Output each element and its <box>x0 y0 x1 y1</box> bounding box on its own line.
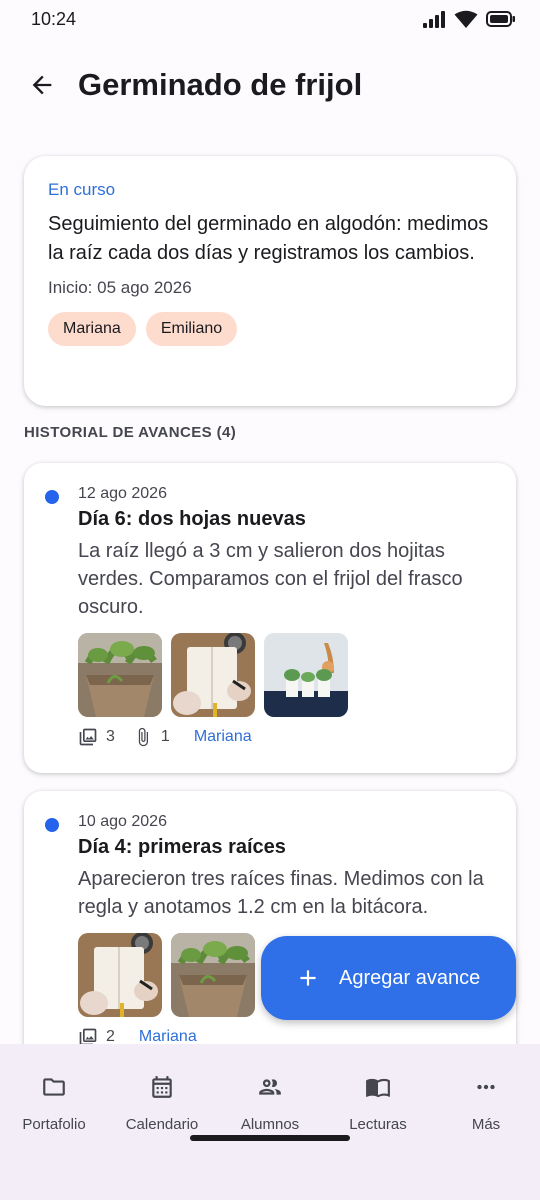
student-chips: Mariana Emiliano <box>48 312 492 346</box>
nav-label: Más <box>471 1116 501 1133</box>
timeline-dot <box>45 818 59 832</box>
nav-item-lecturas[interactable]: Lecturas <box>324 1044 432 1164</box>
timeline-dot <box>45 490 59 504</box>
photo-thumbnail-seedlings[interactable] <box>171 933 255 1017</box>
people-icon <box>256 1074 284 1100</box>
nav-label: Calendario <box>125 1116 199 1133</box>
history-section-title: HISTORIAL DE AVANCES (4) <box>24 424 237 441</box>
nav-label: Lecturas <box>349 1116 407 1133</box>
attachment-count: 1 <box>160 728 170 745</box>
folder-icon <box>40 1074 68 1100</box>
status-bar: 10:24 <box>0 0 540 38</box>
student-chip[interactable]: Mariana <box>48 312 136 346</box>
entry-meta: 3 1 Mariana <box>78 727 496 747</box>
book-icon <box>364 1074 392 1100</box>
nav-label: Alumnos <box>240 1116 300 1133</box>
nav-item-calendario[interactable]: Calendario <box>108 1044 216 1164</box>
project-summary-card: En curso Seguimiento del germinado en al… <box>24 156 516 406</box>
back-button[interactable] <box>14 57 70 113</box>
calendar-icon <box>148 1074 176 1100</box>
attachment-icon <box>138 727 148 747</box>
entry-text: Aparecieron tres raíces finas. Medimos c… <box>78 868 484 918</box>
progress-entry-card[interactable]: 12 ago 2026 Día 6: dos hojas nuevas La r… <box>24 463 516 773</box>
photo-thumbnail-seedlings[interactable] <box>78 633 162 717</box>
app-bar: Germinado de frijol <box>0 50 540 120</box>
nav-item-alumnos[interactable]: Alumnos <box>216 1044 324 1164</box>
status-label: En curso <box>48 180 116 199</box>
nav-item-portafolio[interactable]: Portafolio <box>0 1044 108 1164</box>
add-progress-button[interactable]: Agregar avance <box>261 936 516 1020</box>
entry-author-link[interactable]: Mariana <box>194 728 252 746</box>
photo-thumbnail-notebook[interactable] <box>78 933 162 1017</box>
bottom-navigation: Portafolio Calendario Alumnos Lecturas M… <box>0 1044 540 1200</box>
start-date: Inicio: 05 ago 2026 <box>48 278 192 297</box>
add-progress-label: Agregar avance <box>339 966 481 989</box>
photo-thumbnail-cups[interactable] <box>264 633 348 717</box>
plus-icon <box>300 970 316 986</box>
status-time: 10:24 <box>31 8 77 29</box>
more-icon <box>472 1074 500 1100</box>
signal-icon <box>423 11 445 28</box>
photo-library-icon <box>79 728 97 746</box>
status-icons <box>422 10 516 28</box>
nav-item-mas[interactable]: Más <box>432 1044 540 1164</box>
entry-date: 12 ago 2026 <box>78 485 167 502</box>
entry-date: 10 ago 2026 <box>78 813 167 830</box>
arrow-back-icon <box>32 75 52 95</box>
wifi-icon <box>454 10 478 28</box>
photo-thumbnail-notebook[interactable] <box>171 633 255 717</box>
project-description: Seguimiento del germinado en algodón: me… <box>48 213 489 264</box>
entry-title: Día 6: dos hojas nuevas <box>78 508 306 530</box>
student-chip[interactable]: Emiliano <box>145 312 238 346</box>
page-title: Germinado de frijol <box>78 67 363 102</box>
photo-count: 3 <box>106 728 115 745</box>
entry-text: La raíz llegó a 3 cm y salieron dos hoji… <box>78 540 463 618</box>
home-indicator[interactable] <box>190 1135 350 1141</box>
battery-icon <box>486 11 515 27</box>
photo-thumbnails <box>78 633 496 717</box>
entry-title: Día 4: primeras raíces <box>78 836 286 858</box>
nav-label: Portafolio <box>22 1116 86 1133</box>
